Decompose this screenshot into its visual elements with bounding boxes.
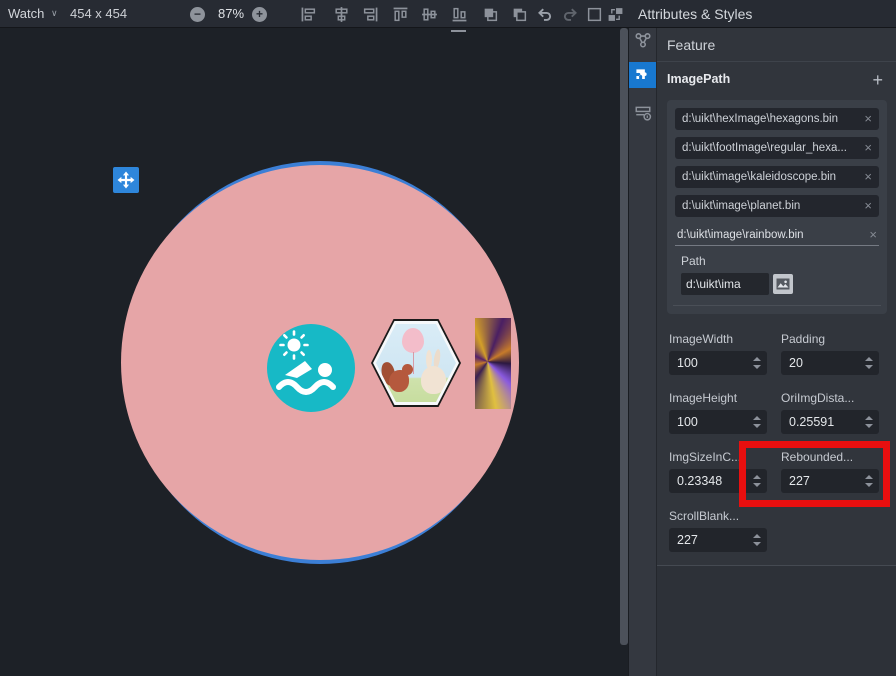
imagewidth-input[interactable]: 100 xyxy=(669,351,767,375)
watch-menu[interactable]: Watch xyxy=(8,0,44,28)
spinner[interactable] xyxy=(753,528,761,552)
imagepath-item[interactable]: d:\uikt\hexImage\hexagons.bin × xyxy=(675,108,879,130)
tab-feature-active[interactable] xyxy=(629,62,656,88)
align-right-icon[interactable] xyxy=(362,6,379,23)
field-scrollblank: ScrollBlank... 227 xyxy=(669,509,767,552)
feature-header: Feature xyxy=(657,28,896,62)
path-input[interactable]: d:\uikt\ima xyxy=(681,273,769,295)
zoom-level: 87% xyxy=(213,0,249,28)
spinner[interactable] xyxy=(753,469,761,493)
padding-input[interactable]: 20 xyxy=(781,351,879,375)
imagepath-item[interactable]: d:\uikt\image\planet.bin × xyxy=(675,195,879,217)
imagepath-item[interactable]: d:\uikt\footImage\regular_hexa... × xyxy=(675,137,879,159)
scrollblank-input[interactable]: 227 xyxy=(669,528,767,552)
transform-icon[interactable] xyxy=(607,6,624,23)
spinner[interactable] xyxy=(865,410,873,434)
field-imageheight: ImageHeight 100 xyxy=(669,391,767,434)
attributes-panel: Feature ImagePath + d:\uikt\hexImage\hex… xyxy=(628,28,896,676)
balloon-string xyxy=(413,352,414,374)
remove-icon[interactable]: × xyxy=(860,108,872,130)
spinner[interactable] xyxy=(865,469,873,493)
zoom-out-button[interactable]: − xyxy=(190,7,205,22)
field-oriimgdistance: OriImgDista... 0.25591 xyxy=(781,391,879,434)
zoom-in-button[interactable]: + xyxy=(252,7,267,22)
kaleidoscope-slice[interactable] xyxy=(475,318,511,409)
image-icon xyxy=(776,277,790,291)
imagepath-item[interactable]: d:\uikt\image\kaleidoscope.bin × xyxy=(675,166,879,188)
path-field-label: Path xyxy=(681,254,879,268)
rebounded-input[interactable]: 227 xyxy=(781,469,879,493)
balloon-shape xyxy=(402,328,424,353)
bunny-shape xyxy=(421,366,446,394)
panel-content: Feature ImagePath + d:\uikt\hexImage\hex… xyxy=(657,28,896,676)
align-top-icon[interactable] xyxy=(392,6,409,23)
panel-icon-strip xyxy=(629,28,657,676)
active-tool-underline xyxy=(451,30,466,32)
bring-forward-icon[interactable] xyxy=(482,6,499,23)
divider xyxy=(673,305,881,306)
redo-icon[interactable] xyxy=(562,6,579,23)
field-padding: Padding 20 xyxy=(781,332,879,375)
squirrel-bunny-hexagon[interactable] xyxy=(371,319,461,407)
send-backward-icon[interactable] xyxy=(511,6,528,23)
toolbar: Watch ∨ 454 x 454 − 87% + xyxy=(0,0,896,28)
align-bottom-icon[interactable] xyxy=(451,6,468,23)
align-middle-vertical-icon[interactable] xyxy=(421,6,438,23)
move-handle-icon[interactable] xyxy=(113,167,139,193)
add-imagepath-button[interactable]: + xyxy=(872,68,883,92)
spinner[interactable] xyxy=(753,351,761,375)
undo-icon[interactable] xyxy=(536,6,553,23)
imagepath-label: ImagePath xyxy=(667,72,730,86)
nodes-icon[interactable] xyxy=(634,31,652,49)
swimmer-badge[interactable] xyxy=(267,324,355,412)
field-rebounded: Rebounded... 227 xyxy=(781,450,879,493)
align-center-horizontal-icon[interactable] xyxy=(333,6,350,23)
remove-icon[interactable]: × xyxy=(860,137,872,159)
imagepath-item-selected[interactable]: d:\uikt\image\rainbow.bin × xyxy=(675,224,879,246)
chevron-down-icon[interactable]: ∨ xyxy=(51,0,58,28)
design-canvas[interactable] xyxy=(0,28,620,676)
squirrel-head xyxy=(402,364,413,375)
imagepath-section-header: ImagePath + xyxy=(657,66,896,94)
panel-empty-area xyxy=(657,565,896,676)
align-left-icon[interactable] xyxy=(300,6,317,23)
field-grid: ImageWidth 100 Padding 20 ImageHeight xyxy=(669,332,879,552)
path-input-row: d:\uikt\ima xyxy=(681,273,879,295)
spinner[interactable] xyxy=(865,351,873,375)
field-imgsizeincenter: ImgSizeInC... 0.23348 xyxy=(669,450,767,493)
remove-icon[interactable]: × xyxy=(860,166,872,188)
oriimgdistance-input[interactable]: 0.25591 xyxy=(781,410,879,434)
info-list-icon[interactable] xyxy=(634,104,652,122)
remove-icon[interactable]: × xyxy=(865,224,877,246)
feature-puzzle-icon xyxy=(635,68,650,83)
spinner[interactable] xyxy=(753,410,761,434)
vertical-scrollbar[interactable] xyxy=(620,28,628,645)
imagepath-list: d:\uikt\hexImage\hexagons.bin × d:\uikt\… xyxy=(667,100,887,314)
field-imagewidth: ImageWidth 100 xyxy=(669,332,767,375)
marquee-icon[interactable] xyxy=(586,6,603,23)
app-window: Watch ∨ 454 x 454 − 87% + xyxy=(0,0,896,676)
remove-icon[interactable]: × xyxy=(860,195,872,217)
imgsizeincenter-input[interactable]: 0.23348 xyxy=(669,469,767,493)
panel-title: Attributes & Styles xyxy=(638,0,752,28)
image-picker-button[interactable] xyxy=(773,274,793,294)
canvas-size-label: 454 x 454 xyxy=(70,0,127,28)
imageheight-input[interactable]: 100 xyxy=(669,410,767,434)
